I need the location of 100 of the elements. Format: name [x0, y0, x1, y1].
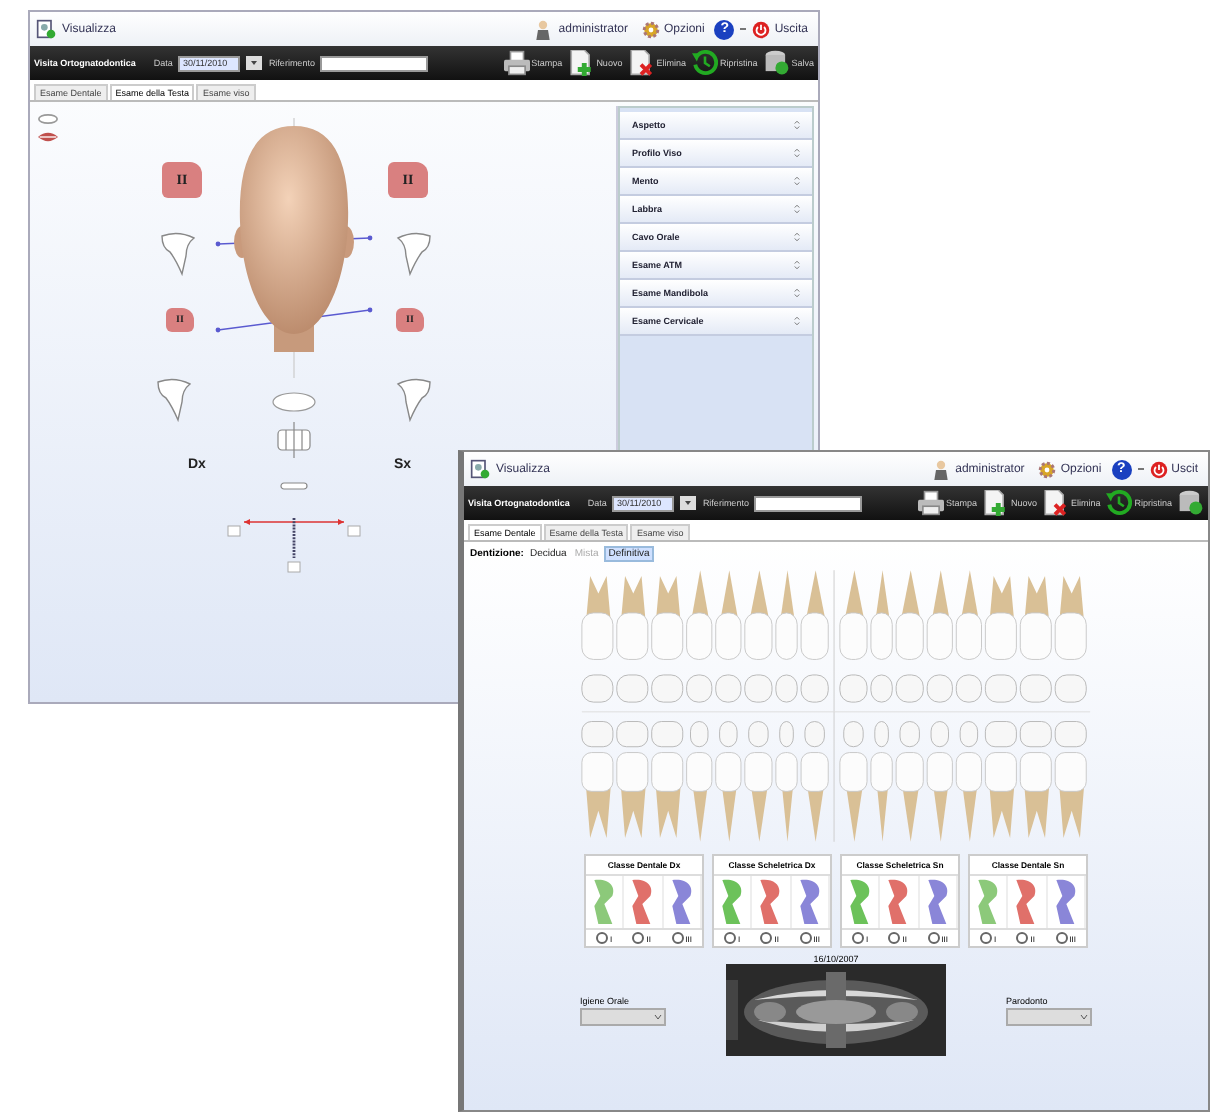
radio-button[interactable]	[632, 932, 645, 944]
lower-tooth-crown[interactable]	[651, 721, 684, 748]
upper-tooth[interactable]	[1054, 576, 1087, 660]
upper-tooth-crown[interactable]	[651, 674, 684, 703]
calendar-button[interactable]	[246, 56, 263, 70]
radio-button[interactable]	[799, 932, 812, 944]
lower-tooth-crown[interactable]	[1054, 721, 1087, 748]
reference-field[interactable]	[320, 55, 429, 71]
gear-icon	[641, 19, 660, 39]
radio-button[interactable]	[888, 932, 901, 944]
upper-tooth-crown[interactable]	[744, 674, 773, 703]
lower-tooth-crown[interactable]	[690, 721, 709, 748]
lower-tooth[interactable]	[870, 752, 893, 842]
expand-icon	[794, 204, 800, 214]
gear-icon	[1038, 459, 1057, 479]
lower-tooth[interactable]	[1019, 752, 1052, 838]
upper-tooth-crown[interactable]	[800, 674, 829, 703]
upper-tooth[interactable]	[581, 576, 614, 660]
lower-tooth[interactable]	[775, 752, 798, 842]
lower-tooth[interactable]	[926, 752, 953, 842]
upper-tooth[interactable]	[715, 570, 742, 660]
app-icon	[36, 18, 56, 40]
reference-field[interactable]	[754, 495, 863, 511]
radio-button[interactable]	[852, 932, 865, 944]
lower-tooth-crown[interactable]	[779, 721, 794, 748]
upper-tooth[interactable]	[895, 570, 924, 660]
lower-tooth-crown[interactable]	[719, 721, 738, 748]
upper-tooth-crown[interactable]	[686, 674, 713, 703]
lower-tooth-crown[interactable]	[984, 721, 1017, 748]
power-icon	[752, 19, 771, 39]
lower-tooth[interactable]	[581, 752, 614, 838]
upper-tooth[interactable]	[926, 570, 953, 660]
lower-tooth-crown[interactable]	[899, 721, 920, 748]
upper-tooth[interactable]	[775, 570, 798, 660]
lower-tooth[interactable]	[895, 752, 924, 842]
lower-tooth[interactable]	[1054, 752, 1087, 838]
lower-tooth-crown[interactable]	[616, 721, 649, 748]
lower-tooth-crown[interactable]	[581, 721, 614, 748]
upper-tooth-crown[interactable]	[581, 674, 614, 703]
lower-tooth[interactable]	[616, 752, 649, 838]
upper-tooth-crown[interactable]	[895, 674, 924, 703]
jaw-outline-icon	[158, 232, 198, 276]
upper-tooth[interactable]	[1019, 576, 1052, 660]
upper-tooth-crown[interactable]	[775, 674, 798, 703]
lower-tooth-crown[interactable]	[1019, 721, 1052, 748]
upper-tooth-crown[interactable]	[616, 674, 649, 703]
lower-tooth[interactable]	[984, 752, 1017, 838]
upper-tooth[interactable]	[651, 576, 684, 660]
upper-tooth[interactable]	[744, 570, 773, 660]
upper-tooth[interactable]	[686, 570, 713, 660]
expand-icon	[794, 260, 800, 270]
lower-tooth[interactable]	[744, 752, 773, 842]
radio-button[interactable]	[927, 932, 940, 944]
lower-tooth[interactable]	[651, 752, 684, 838]
database-icon	[763, 50, 790, 76]
radio-button[interactable]	[1016, 932, 1029, 944]
radio-button[interactable]	[671, 932, 684, 944]
lower-tooth[interactable]	[686, 752, 713, 842]
radio-button[interactable]	[980, 932, 993, 944]
upper-tooth[interactable]	[955, 570, 982, 660]
calendar-button[interactable]	[680, 496, 697, 510]
lower-tooth-crown[interactable]	[930, 721, 949, 748]
expand-icon	[794, 316, 800, 326]
dropdown[interactable]	[580, 1007, 666, 1025]
radio-button[interactable]	[760, 932, 773, 944]
jaw-outline-icon	[394, 232, 434, 276]
lower-tooth[interactable]	[839, 752, 868, 842]
expand-icon	[794, 176, 800, 186]
lower-tooth-crown[interactable]	[959, 721, 979, 748]
dropdown[interactable]	[1006, 1007, 1092, 1025]
lower-tooth[interactable]	[955, 752, 982, 842]
expand-icon	[794, 120, 800, 130]
upper-tooth[interactable]	[616, 576, 649, 660]
save-button[interactable]	[1178, 490, 1204, 516]
lower-tooth[interactable]	[715, 752, 742, 842]
upper-tooth-crown[interactable]	[955, 674, 982, 703]
upper-tooth-crown[interactable]	[715, 674, 742, 703]
upper-tooth-crown[interactable]	[984, 674, 1017, 703]
radio-button[interactable]	[596, 932, 609, 944]
upper-tooth-crown[interactable]	[1054, 674, 1087, 703]
history-icon	[691, 50, 718, 76]
upper-tooth-crown[interactable]	[839, 674, 868, 703]
history-icon	[1106, 490, 1133, 516]
upper-tooth[interactable]	[800, 570, 829, 660]
upper-tooth-crown[interactable]	[926, 674, 953, 703]
lower-tooth-crown[interactable]	[843, 721, 864, 748]
radio-button[interactable]	[724, 932, 737, 944]
radio-button[interactable]	[1055, 932, 1068, 944]
upper-tooth[interactable]	[839, 570, 868, 660]
jaw-outline-icon	[394, 378, 434, 422]
lower-tooth-crown[interactable]	[874, 721, 889, 748]
upper-tooth-crown[interactable]	[870, 674, 893, 703]
lower-tooth-crown[interactable]	[748, 721, 769, 748]
upper-tooth[interactable]	[984, 576, 1017, 660]
expand-icon	[794, 288, 800, 298]
user-icon	[931, 459, 950, 479]
lower-tooth[interactable]	[800, 752, 829, 842]
lower-tooth-crown[interactable]	[804, 721, 825, 748]
upper-tooth-crown[interactable]	[1019, 674, 1052, 703]
upper-tooth[interactable]	[870, 570, 893, 660]
